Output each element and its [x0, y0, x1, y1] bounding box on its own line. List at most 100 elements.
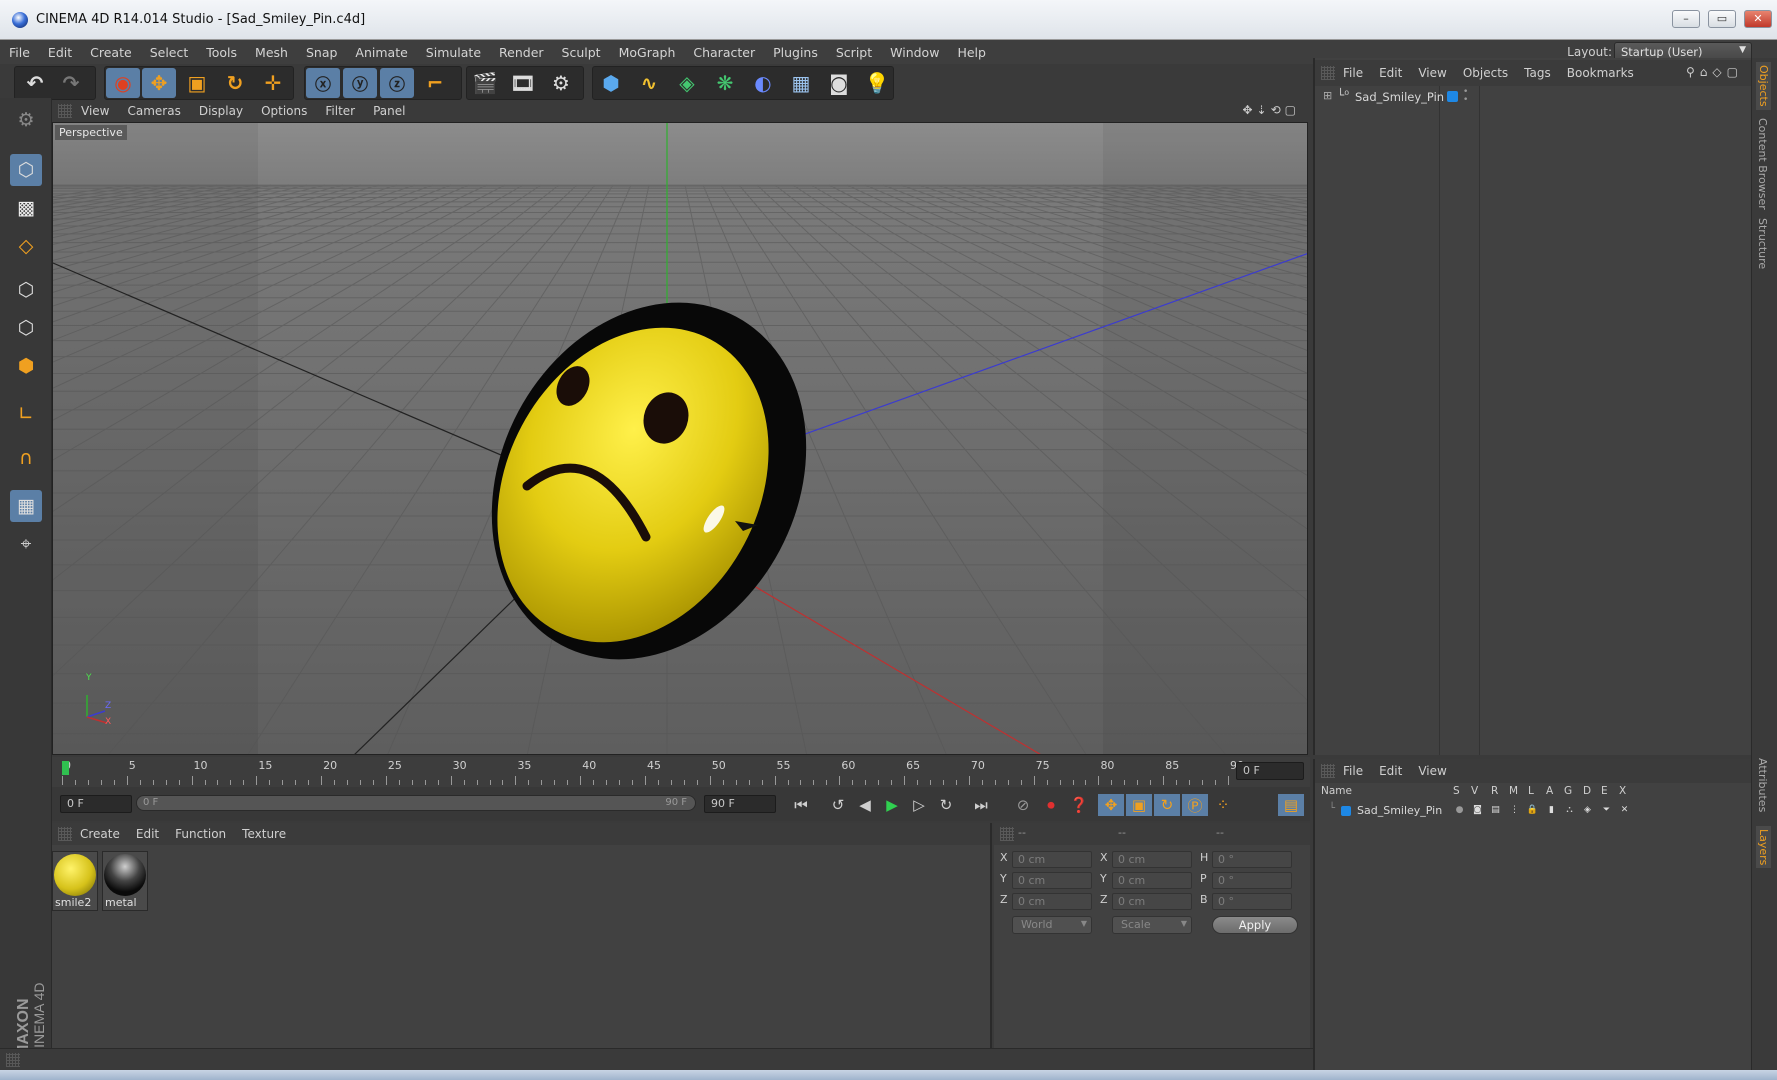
render-settings-icon[interactable]: ⚙ — [544, 68, 578, 98]
menu-file[interactable]: File — [0, 45, 39, 60]
lock-toggle-icon[interactable]: 🔒 — [1526, 805, 1539, 817]
key-parameter-icon[interactable]: Ⓟ — [1182, 794, 1208, 816]
animation-toggle-icon[interactable]: ▮ — [1545, 805, 1558, 817]
key-position-icon[interactable]: ✥ — [1098, 794, 1124, 816]
viewport-menu-display[interactable]: Display — [190, 104, 252, 118]
manager-toggle-icon[interactable]: ⋮ — [1508, 805, 1521, 817]
panel-grip-icon[interactable] — [1321, 764, 1335, 778]
model-mode-icon[interactable]: ⬡ — [10, 154, 42, 186]
generators-toggle-icon[interactable]: ⛬ — [1563, 805, 1576, 817]
redo-icon[interactable]: ↷ — [54, 68, 88, 98]
minimize-button[interactable]: – — [1672, 10, 1700, 28]
layer-name[interactable]: Sad_Smiley_Pin — [1357, 804, 1442, 817]
menu-window[interactable]: Window — [881, 45, 948, 60]
timeline-ruler[interactable]: 051015202530354045505560657075808590 0 F — [52, 757, 1310, 787]
x-axis-lock-icon[interactable]: ⓧ — [306, 68, 340, 98]
next-key-icon[interactable]: ↻ — [933, 794, 959, 816]
viewport-menu-options[interactable]: Options — [252, 104, 316, 118]
menu-select[interactable]: Select — [141, 45, 198, 60]
move-tool-icon[interactable]: ✥ — [142, 68, 176, 98]
layer-col-solo[interactable]: S — [1453, 785, 1460, 797]
preview-range-slider[interactable]: 0 F 90 F — [136, 795, 696, 811]
panel-grip-icon[interactable] — [58, 104, 72, 118]
object-manager-search-icons[interactable]: ⚲⌂◇▢ — [1686, 65, 1743, 79]
position-z-field[interactable]: 0 cm — [1012, 893, 1092, 910]
timeline-window-icon[interactable]: ▤ — [1278, 794, 1304, 816]
menu-tools[interactable]: Tools — [197, 45, 246, 60]
expressions-toggle-icon[interactable]: ⏷ — [1600, 805, 1613, 817]
light-object-icon[interactable]: 💡 — [860, 68, 894, 98]
layer-col-xref[interactable]: X — [1619, 785, 1626, 797]
rotate-tool-icon[interactable]: ↻ — [218, 68, 252, 98]
viewport-menu-view[interactable]: View — [72, 104, 118, 118]
layer-col-locked[interactable]: L — [1528, 785, 1534, 797]
material-menu-edit[interactable]: Edit — [128, 827, 167, 841]
menu-script[interactable]: Script — [827, 45, 881, 60]
menu-snap[interactable]: Snap — [297, 45, 346, 60]
tweak-magnet-icon[interactable]: ∩ — [10, 442, 42, 474]
goto-end-icon[interactable]: ⏭ — [968, 794, 994, 816]
coordinate-system-icon[interactable]: ⌐ — [418, 68, 452, 98]
key-rotation-icon[interactable]: ↻ — [1154, 794, 1180, 816]
tab-structure[interactable]: Structure — [1756, 218, 1769, 269]
object-name[interactable]: Sad_Smiley_Pin — [1355, 90, 1444, 104]
object-row[interactable]: ⊞ └⁰ Sad_Smiley_Pin • • — [1319, 88, 1749, 106]
solo-toggle-icon[interactable]: ● — [1453, 805, 1466, 817]
render-toggle-icon[interactable]: ▤ — [1489, 805, 1502, 817]
layer-col-view[interactable]: V — [1471, 785, 1478, 797]
undo-icon[interactable]: ↶ — [18, 68, 52, 98]
texture-mode-icon[interactable]: ▩ — [10, 192, 42, 224]
layer-col-render[interactable]: R — [1491, 785, 1498, 797]
recent-tool-icon[interactable]: ✛ — [256, 68, 290, 98]
menu-mograph[interactable]: MoGraph — [610, 45, 685, 60]
key-scale-icon[interactable]: ▣ — [1126, 794, 1152, 816]
panel-grip-icon[interactable] — [58, 827, 72, 841]
deformer-bend-icon[interactable]: ◐ — [746, 68, 780, 98]
objects-menu-bookmarks[interactable]: Bookmarks — [1559, 66, 1642, 80]
play-forward-icon[interactable]: ▶ — [879, 794, 905, 816]
material-menu-texture[interactable]: Texture — [234, 827, 294, 841]
menu-help[interactable]: Help — [948, 45, 995, 60]
expand-icon[interactable]: ⊞ — [1323, 89, 1332, 102]
objects-menu-tags[interactable]: Tags — [1516, 66, 1559, 80]
workplane-lock-icon[interactable]: ⌖ — [10, 528, 42, 560]
end-frame-field[interactable]: 90 F — [704, 795, 776, 813]
material-swatch-smile2[interactable]: smile2 — [52, 851, 98, 911]
layer-col-name[interactable]: Name — [1321, 785, 1352, 797]
y-axis-lock-icon[interactable]: ⓨ — [343, 68, 377, 98]
camera-object-icon[interactable]: ◙ — [822, 68, 856, 98]
position-x-field[interactable]: 0 cm — [1012, 851, 1092, 868]
material-menu-create[interactable]: Create — [72, 827, 128, 841]
subdivision-surface-icon[interactable]: ◈ — [670, 68, 704, 98]
snap-grid-icon[interactable]: ▦ — [10, 490, 42, 522]
objects-menu-objects[interactable]: Objects — [1455, 66, 1516, 80]
close-button[interactable]: ✕ — [1744, 10, 1772, 28]
viewport-menu-panel[interactable]: Panel — [364, 104, 414, 118]
rotation-b-field[interactable]: 0 ° — [1212, 893, 1292, 910]
layer-col-manager[interactable]: M — [1509, 785, 1518, 797]
panel-grip-icon[interactable] — [6, 1053, 20, 1067]
make-editable-icon[interactable]: ⚙ — [10, 104, 42, 136]
material-swatch-metal[interactable]: metal — [102, 851, 148, 911]
layer-col-deformers[interactable]: D — [1583, 785, 1591, 797]
current-frame-field[interactable]: 0 F — [1236, 762, 1304, 780]
rotation-h-field[interactable]: 0 ° — [1212, 851, 1292, 868]
material-menu-function[interactable]: Function — [167, 827, 234, 841]
menu-create[interactable]: Create — [81, 45, 141, 60]
layer-col-expressions[interactable]: E — [1601, 785, 1608, 797]
render-view-icon[interactable]: 🎬 — [468, 68, 502, 98]
size-y-field[interactable]: 0 cm — [1112, 872, 1192, 889]
layer-col-generators[interactable]: G — [1564, 785, 1572, 797]
record-keys-icon[interactable]: ⊘ — [1010, 794, 1036, 816]
menu-mesh[interactable]: Mesh — [246, 45, 297, 60]
viewport-menu-cameras[interactable]: Cameras — [118, 104, 189, 118]
axis-mode-icon[interactable]: ∟ — [10, 398, 42, 430]
view-toggle-icon[interactable]: ◙ — [1471, 805, 1484, 817]
menu-render[interactable]: Render — [490, 45, 553, 60]
live-selection-icon[interactable]: ◉ — [106, 68, 140, 98]
layer-color-tag[interactable] — [1447, 91, 1458, 102]
previous-frame-icon[interactable]: ◀ — [852, 794, 878, 816]
apply-button[interactable]: Apply — [1212, 916, 1298, 934]
viewport-navigation-icons[interactable]: ✥⇣⟲▢ — [1242, 103, 1300, 117]
rotation-p-field[interactable]: 0 ° — [1212, 872, 1292, 889]
